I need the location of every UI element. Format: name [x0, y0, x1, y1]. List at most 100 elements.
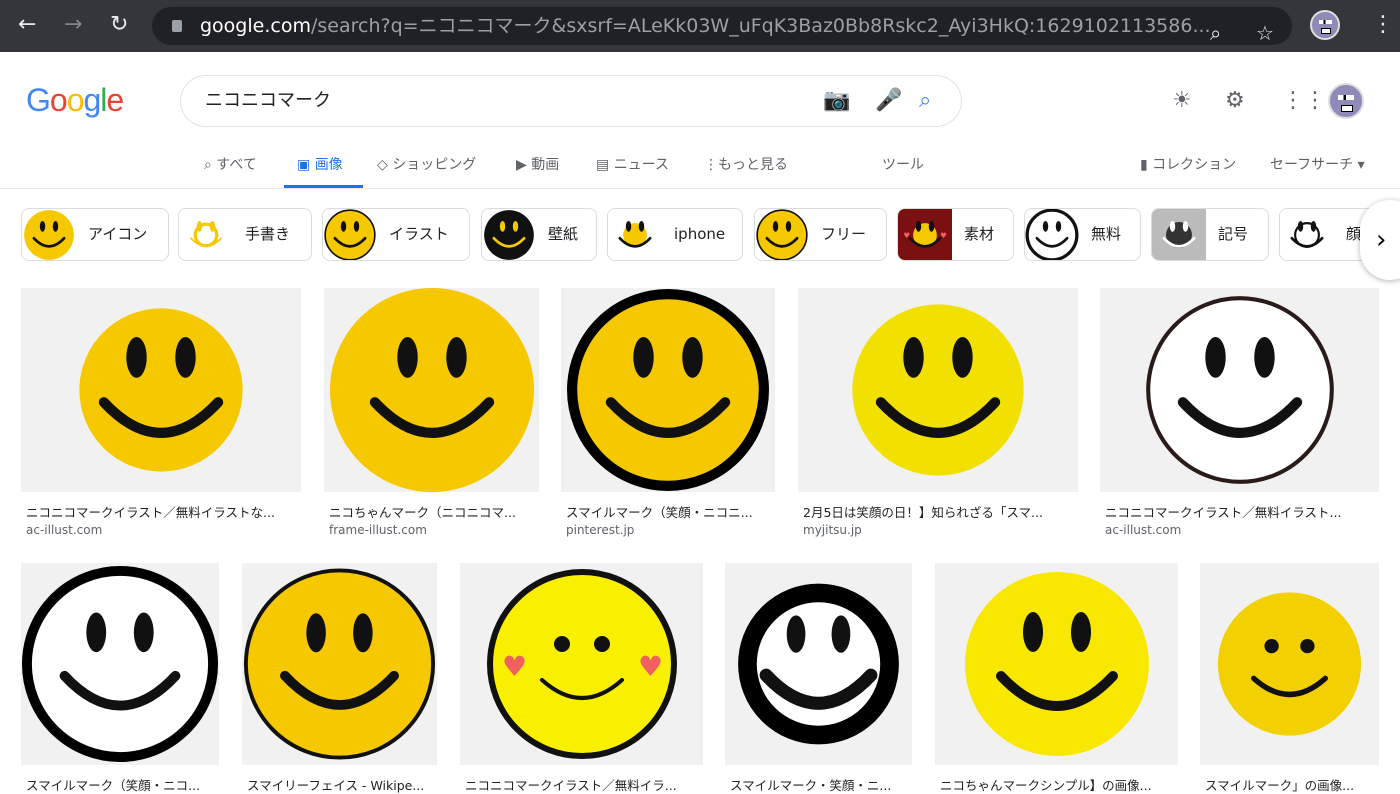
brightness-icon[interactable]: ☀ — [1172, 88, 1192, 113]
chip-6[interactable]: ♥ ♥ 素材 — [897, 208, 1014, 261]
result-caption[interactable]: ニコニコマークイラスト／無料イラ... — [465, 775, 698, 794]
chip-label: イラスト — [389, 225, 449, 243]
result-caption[interactable]: スマイルマーク・笑顔・ニ... — [730, 775, 907, 794]
star-icon[interactable]: ☆ — [1256, 14, 1274, 45]
smiley-face-icon — [1162, 220, 1196, 248]
result-thumbnail[interactable] — [21, 288, 301, 492]
tag-icon: ◇ — [377, 157, 393, 173]
result-thumbnail[interactable]: ♥ ♥ — [460, 563, 703, 765]
smiley-face-icon — [1217, 592, 1362, 736]
chip-1[interactable]: 手書き — [178, 208, 312, 261]
result-thumbnail[interactable] — [1200, 563, 1379, 765]
news-icon: ▤ — [596, 157, 614, 173]
result-source[interactable]: myjitsu.jp — [803, 523, 862, 537]
result-thumbnail[interactable] — [561, 288, 775, 492]
menu-icon[interactable]: ⋮ — [1372, 13, 1394, 37]
tab-label: 動画 — [531, 157, 560, 173]
forward-icon[interactable]: → — [64, 13, 82, 37]
smiley-face-icon — [190, 220, 222, 247]
image-result[interactable]: ニコニコマークイラスト／無料イラスト... ac-illust.com — [1100, 288, 1379, 548]
google-logo[interactable]: Google — [26, 82, 124, 119]
chip-thumbnail — [482, 209, 536, 260]
chip-3[interactable]: 壁紙 — [481, 208, 597, 261]
url-host: google.com — [200, 15, 311, 37]
smiley-face-icon — [1145, 296, 1334, 484]
search-input[interactable]: ニコニコマーク 📷 🎤 ⌕ — [180, 75, 962, 127]
apps-icon[interactable]: ⋮⋮ — [1282, 88, 1326, 113]
chip-4[interactable]: iphone — [607, 208, 743, 261]
zoom-icon[interactable]: ⌕ — [1210, 14, 1221, 45]
url-path: /search?q=ニコニコマーク&sxsrf=ALeKk03W_uFqK3Ba… — [310, 15, 1211, 37]
profile-avatar[interactable] — [1310, 10, 1340, 40]
smiley-face-icon — [852, 304, 1024, 476]
camera-icon[interactable]: 📷 — [823, 76, 850, 126]
result-caption[interactable]: スマイルマーク（笑顔・ニコニ... — [566, 502, 770, 521]
gear-icon[interactable]: ⚙ — [1225, 88, 1245, 113]
image-result[interactable]: スマイルマーク（笑顔・ニコニ... pinterest.jp — [561, 288, 775, 548]
smiley-face-icon — [484, 209, 534, 260]
search-tabs: ⌕ すべて ▣ 画像 ◇ ショッピング ▶ 動画 ▤ ニュース ⋮もっと見る ツ… — [0, 152, 1400, 188]
tab-all[interactable]: ⌕ すべて — [204, 154, 257, 174]
image-result[interactable]: スマイリーフェイス - Wikipe... — [242, 563, 437, 793]
image-result[interactable]: ニコちゃんマーク（ニコニコマ... frame-illust.com — [324, 288, 539, 548]
svg-text:♥: ♥ — [638, 650, 663, 683]
result-thumbnail[interactable] — [935, 563, 1178, 765]
more-icon: ⋮ — [704, 157, 718, 173]
tab-more[interactable]: ⋮もっと見る — [704, 154, 788, 174]
chip-label: 記号 — [1218, 225, 1249, 243]
safesearch-button[interactable]: セーフサーチ ▾ — [1270, 154, 1365, 174]
microphone-icon[interactable]: 🎤 — [875, 76, 902, 126]
svg-text:♥: ♥ — [903, 231, 910, 240]
result-thumbnail[interactable] — [21, 563, 219, 765]
chips-next-button[interactable]: › — [1360, 200, 1400, 280]
tab-videos[interactable]: ▶ 動画 — [516, 154, 559, 174]
smiley-face-icon — [1025, 209, 1079, 260]
image-result[interactable]: スマイルマーク（笑顔・ニコ... — [21, 563, 219, 793]
chip-8[interactable]: 記号 — [1151, 208, 1269, 261]
result-source[interactable]: ac-illust.com — [1105, 523, 1181, 537]
image-result[interactable]: スマイルマーク・笑顔・ニ... — [725, 563, 912, 793]
result-thumbnail[interactable] — [242, 563, 437, 765]
result-caption[interactable]: スマイルマーク（笑顔・ニコ... — [26, 775, 214, 794]
tab-news[interactable]: ▤ ニュース — [596, 154, 669, 174]
chip-5[interactable]: フリー — [754, 208, 887, 261]
result-caption[interactable]: ニコニコマークイラスト／無料イラストな... — [26, 502, 296, 521]
result-caption[interactable]: スマイルマーク」の画像... — [1205, 775, 1374, 794]
image-result[interactable]: ニコニコマークイラスト／無料イラストな... ac-illust.com — [21, 288, 301, 548]
chip-label: 素材 — [964, 225, 995, 243]
result-caption[interactable]: ニコニコマークイラスト／無料イラスト... — [1105, 502, 1374, 521]
reload-icon[interactable]: ↻ — [110, 13, 128, 37]
address-bar[interactable]: google.com/search?q=ニコニコマーク&sxsrf=ALeKk0… — [152, 7, 1292, 45]
chip-7[interactable]: 無料 — [1024, 208, 1141, 261]
chip-0[interactable]: アイコン — [21, 208, 169, 261]
chip-2[interactable]: イラスト — [322, 208, 470, 261]
result-source[interactable]: ac-illust.com — [26, 523, 102, 537]
chip-label: 手書き — [245, 225, 291, 243]
result-thumbnail[interactable] — [324, 288, 539, 492]
tab-images[interactable]: ▣ 画像 — [297, 154, 343, 174]
tab-shopping[interactable]: ◇ ショッピング — [377, 154, 476, 174]
collection-button[interactable]: ▮ コレクション — [1140, 154, 1236, 174]
image-result[interactable]: 2月5日は笑顔の日！】知られざる「スマ... myjitsu.jp — [798, 288, 1078, 548]
image-result[interactable]: ニコちゃんマークシンプル】の画像... — [935, 563, 1178, 793]
back-icon[interactable]: ← — [18, 13, 36, 37]
image-result[interactable]: ♥ ♥ ニコニコマークイラスト／無料イラ... — [460, 563, 703, 793]
smiley-face-icon — [738, 583, 899, 745]
image-result[interactable]: スマイルマーク」の画像... — [1200, 563, 1379, 793]
result-thumbnail[interactable] — [725, 563, 912, 765]
search-icon[interactable]: ⌕ — [919, 76, 931, 126]
tools-button[interactable]: ツール — [882, 154, 924, 174]
result-caption[interactable]: ニコちゃんマーク（ニコニコマ... — [329, 502, 534, 521]
result-source[interactable]: pinterest.jp — [566, 523, 634, 537]
result-thumbnail[interactable] — [798, 288, 1078, 492]
chip-thumbnail — [1152, 209, 1206, 260]
chip-thumbnail: ♥ ♥ — [898, 209, 952, 260]
result-caption[interactable]: ニコちゃんマークシンプル】の画像... — [940, 775, 1173, 794]
result-thumbnail[interactable] — [1100, 288, 1379, 492]
result-caption[interactable]: 2月5日は笑顔の日！】知られざる「スマ... — [803, 502, 1073, 521]
result-source[interactable]: frame-illust.com — [329, 523, 427, 537]
chip-thumbnail — [755, 209, 809, 260]
account-avatar[interactable] — [1328, 83, 1364, 119]
result-caption[interactable]: スマイリーフェイス - Wikipe... — [247, 775, 432, 794]
chip-thumbnail — [1280, 209, 1334, 260]
